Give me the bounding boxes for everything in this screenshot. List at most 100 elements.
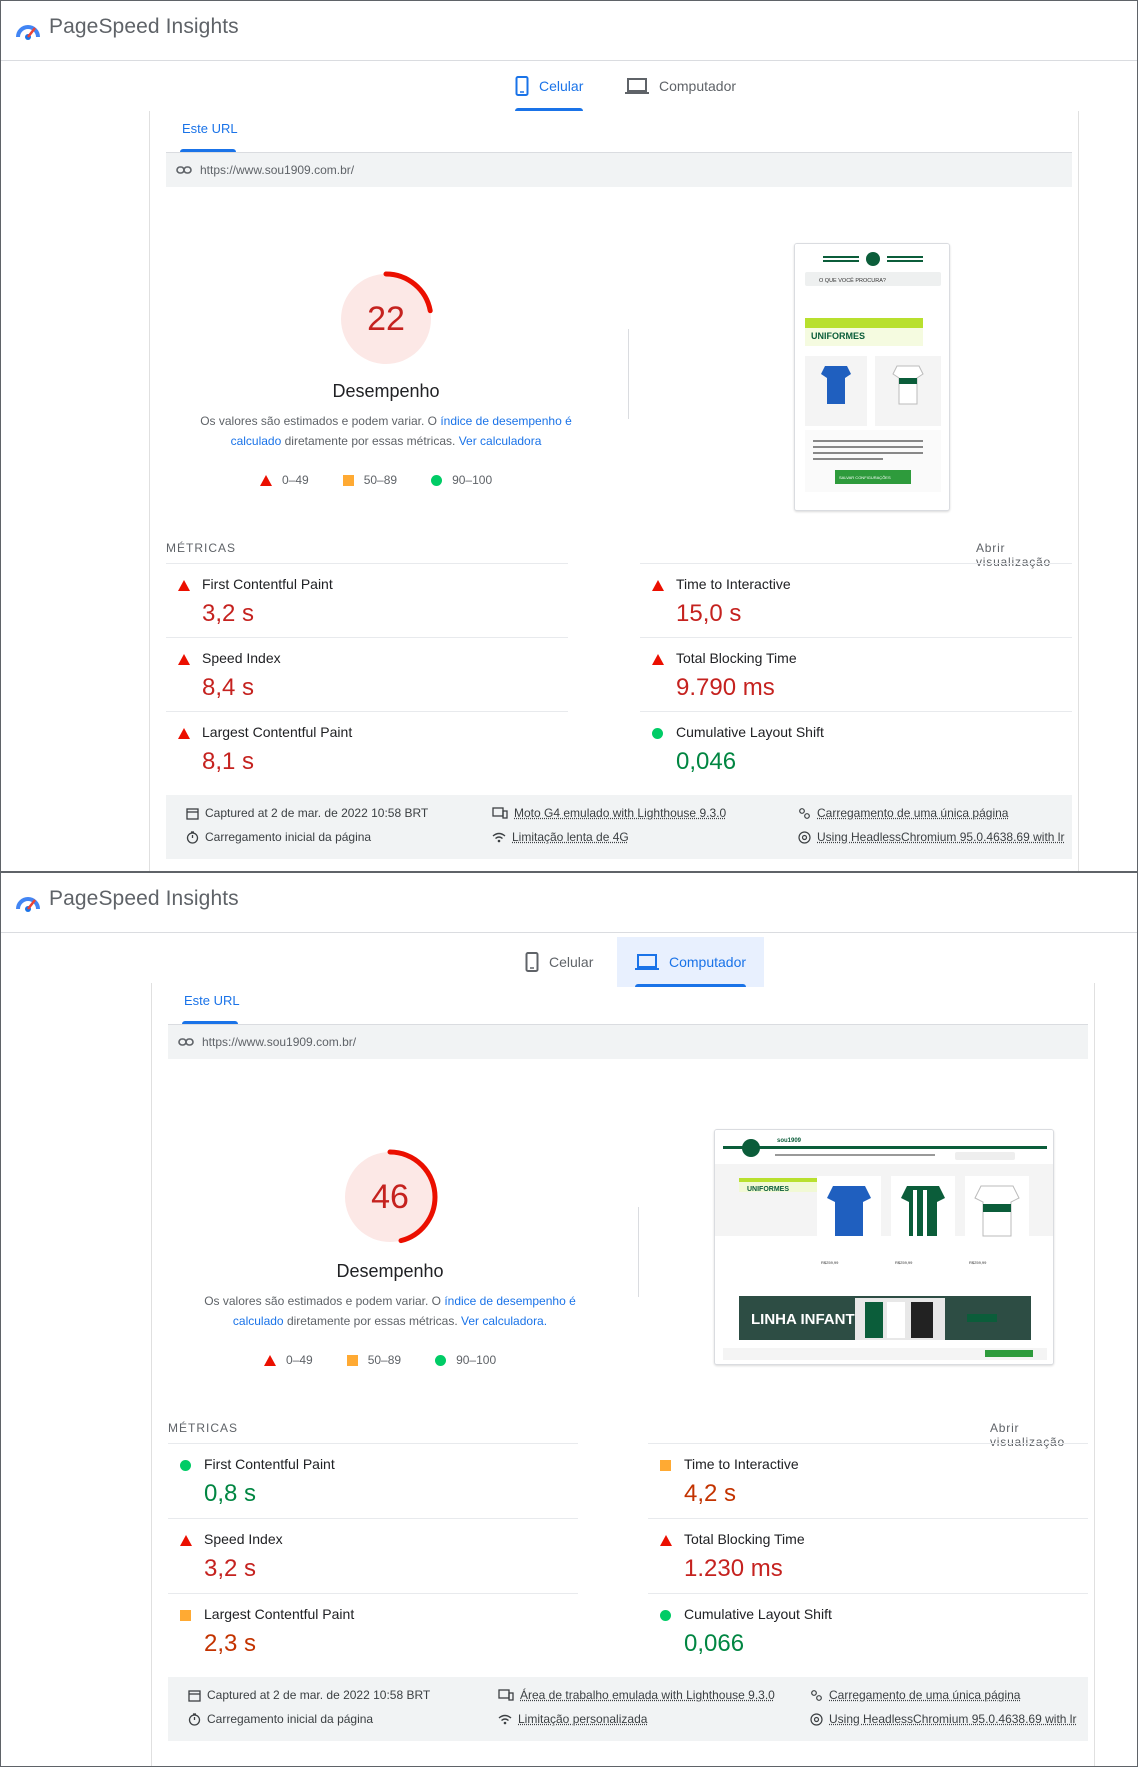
timer-icon <box>186 830 199 844</box>
metric-value: 4,2 s <box>684 1480 737 1507</box>
fail-triangle-icon <box>178 654 190 665</box>
env-captured: Captured at 2 de mar. de 2022 10:58 BRT <box>186 806 428 820</box>
pass-circle-icon <box>660 1610 671 1621</box>
fail-triangle-icon <box>260 474 272 486</box>
metric-name: Total Blocking Time <box>684 1531 805 1547</box>
svg-text:UNIFORMES: UNIFORMES <box>747 1186 789 1193</box>
metric-value: 3,2 s <box>202 600 255 627</box>
tab-este-url[interactable]: Este URL <box>184 993 240 1008</box>
svg-text:UNIFORMES: UNIFORMES <box>811 331 865 341</box>
legend-fail: 0–49 <box>286 1353 313 1367</box>
svg-text:R$259,99: R$259,99 <box>821 1260 839 1265</box>
env-browser-text: Using HeadlessChromium 95.0.4638.69 with… <box>829 1712 1077 1726</box>
legend-pass: 90–100 <box>452 473 493 487</box>
pass-circle-icon <box>652 728 663 739</box>
env-browser[interactable]: Using HeadlessChromium 95.0.4638.69 with… <box>798 830 1064 844</box>
env-single-page[interactable]: Carregamento de uma única página <box>798 806 1008 820</box>
app-title: PageSpeed Insights <box>49 15 239 38</box>
metric-name: First Contentful Paint <box>204 1456 335 1472</box>
env-device[interactable]: Área de trabalho emulada with Lighthouse… <box>498 1688 775 1702</box>
note-text-2: diretamente por essas métricas. <box>283 1314 462 1328</box>
env-throttle-text: Limitação personalizada <box>518 1712 648 1726</box>
svg-text:SALVAR CONFIGURAÇÕES: SALVAR CONFIGURAÇÕES <box>839 475 891 480</box>
tab-desktop[interactable]: Computador <box>607 61 754 111</box>
metric-value: 15,0 s <box>676 600 742 627</box>
people-icon <box>811 1689 822 1701</box>
performance-gauge: 22 <box>336 269 436 369</box>
env-single-page[interactable]: Carregamento de uma única página <box>810 1688 1020 1702</box>
metric-name: First Contentful Paint <box>202 576 333 592</box>
page-screenshot[interactable]: sou1909 UNIFORMES R$259,99 R$259,99 R$25… <box>714 1129 1054 1365</box>
metric-value: 8,1 s <box>202 748 255 775</box>
metric-lcp: Largest Contentful Paint 8,1 s <box>166 711 568 785</box>
fail-triangle-icon <box>178 728 190 739</box>
wifi-icon <box>492 832 506 842</box>
metric-value: 2,3 s <box>204 1630 257 1657</box>
laptop-icon <box>635 954 659 970</box>
metric-name: Cumulative Layout Shift <box>684 1606 832 1622</box>
svg-text:LINHA INFANTIL: LINHA INFANTIL <box>751 1311 868 1328</box>
tab-este-url[interactable]: Este URL <box>182 121 238 136</box>
pass-circle-icon <box>435 1354 447 1366</box>
tab-mobile[interactable]: Celular <box>507 937 611 987</box>
env-initial-text: Carregamento inicial da página <box>205 830 372 844</box>
performance-label: Desempenho <box>332 381 440 401</box>
page-screenshot[interactable]: O QUE VOCÊ PROCURA? UNIFORMES SALVAR CON… <box>794 243 950 511</box>
env-browser-text: Using HeadlessChromium 95.0.4638.69 with… <box>817 830 1065 844</box>
metric-fcp: First Contentful Paint 0,8 s <box>168 1443 578 1517</box>
note-text: Os valores são estimados e podem variar.… <box>200 414 441 428</box>
url-bar: https://www.sou1909.com.br/ <box>166 153 1072 187</box>
tab-desktop-label: Computador <box>669 954 747 970</box>
pass-circle-icon <box>431 474 443 486</box>
legend-pass: 90–100 <box>456 1353 497 1367</box>
metric-name: Time to Interactive <box>676 576 791 592</box>
svg-text:O QUE VOCÊ PROCURA?: O QUE VOCÊ PROCURA? <box>819 276 886 284</box>
metric-name: Total Blocking Time <box>676 650 797 666</box>
pagespeed-logo-icon <box>16 897 40 912</box>
svg-text:R$259,99: R$259,99 <box>969 1260 987 1265</box>
performance-note: Os valores são estimados e podem variar.… <box>176 411 596 451</box>
environment-bar: Captured at 2 de mar. de 2022 10:58 BRT … <box>166 795 1072 859</box>
performance-gauge: 46 <box>340 1147 440 1247</box>
tab-mobile[interactable]: Celular <box>497 61 601 111</box>
metric-name: Cumulative Layout Shift <box>676 724 824 740</box>
chrome-icon <box>810 1712 823 1726</box>
metric-name: Largest Contentful Paint <box>204 1606 355 1622</box>
metric-value: 1.230 ms <box>684 1555 783 1582</box>
tab-desktop[interactable]: Computador <box>617 937 765 987</box>
env-single-text: Carregamento de uma única página <box>829 1688 1021 1702</box>
env-browser[interactable]: Using HeadlessChromium 95.0.4638.69 with… <box>810 1712 1076 1726</box>
average-square-icon <box>342 474 354 486</box>
metric-tti: Time to Interactive 15,0 s <box>640 563 1072 637</box>
analyzed-url: https://www.sou1909.com.br/ <box>202 1035 357 1049</box>
pagespeed-logo-icon <box>16 25 40 40</box>
env-device[interactable]: Moto G4 emulado with Lighthouse 9.3.0 <box>492 806 726 820</box>
wifi-icon <box>498 1714 512 1724</box>
tab-mobile-label: Celular <box>549 954 594 970</box>
env-initial-load: Carregamento inicial da página <box>186 830 371 844</box>
env-throttling[interactable]: Limitação personalizada <box>498 1712 647 1726</box>
calculator-link[interactable]: Ver calculadora. <box>461 1314 547 1328</box>
legend-fail: 0–49 <box>282 473 309 487</box>
env-throttling[interactable]: Limitação lenta de 4G <box>492 830 629 844</box>
tab-desktop-label: Computador <box>659 78 737 94</box>
app-title: PageSpeed Insights <box>49 887 239 910</box>
fail-triangle-icon <box>178 580 190 591</box>
devices-icon <box>498 1689 514 1701</box>
metric-fcp: First Contentful Paint 3,2 s <box>166 563 568 637</box>
performance-note: Os valores são estimados e podem variar.… <box>180 1291 600 1331</box>
metric-cls: Cumulative Layout Shift 0,046 <box>640 711 1072 785</box>
note-text: Os valores são estimados e podem variar.… <box>204 1294 445 1308</box>
analyzed-url: https://www.sou1909.com.br/ <box>200 163 355 177</box>
report-card: Este URL https://www.sou1909.com.br/ 22 … <box>149 111 1079 871</box>
env-throttle-text: Limitação lenta de 4G <box>512 830 629 844</box>
env-initial-text: Carregamento inicial da página <box>207 1712 374 1726</box>
devices-icon <box>492 807 508 819</box>
calculator-link[interactable]: Ver calculadora <box>459 434 542 448</box>
average-square-icon <box>346 1354 358 1366</box>
svg-text:sou1909: sou1909 <box>777 1138 802 1144</box>
link-icon <box>178 1038 194 1046</box>
env-device-text: Área de trabalho emulada with Lighthouse… <box>520 1688 775 1702</box>
environment-bar: Captured at 2 de mar. de 2022 10:58 BRT … <box>168 1677 1088 1741</box>
metric-speed-index: Speed Index 8,4 s <box>166 637 568 711</box>
